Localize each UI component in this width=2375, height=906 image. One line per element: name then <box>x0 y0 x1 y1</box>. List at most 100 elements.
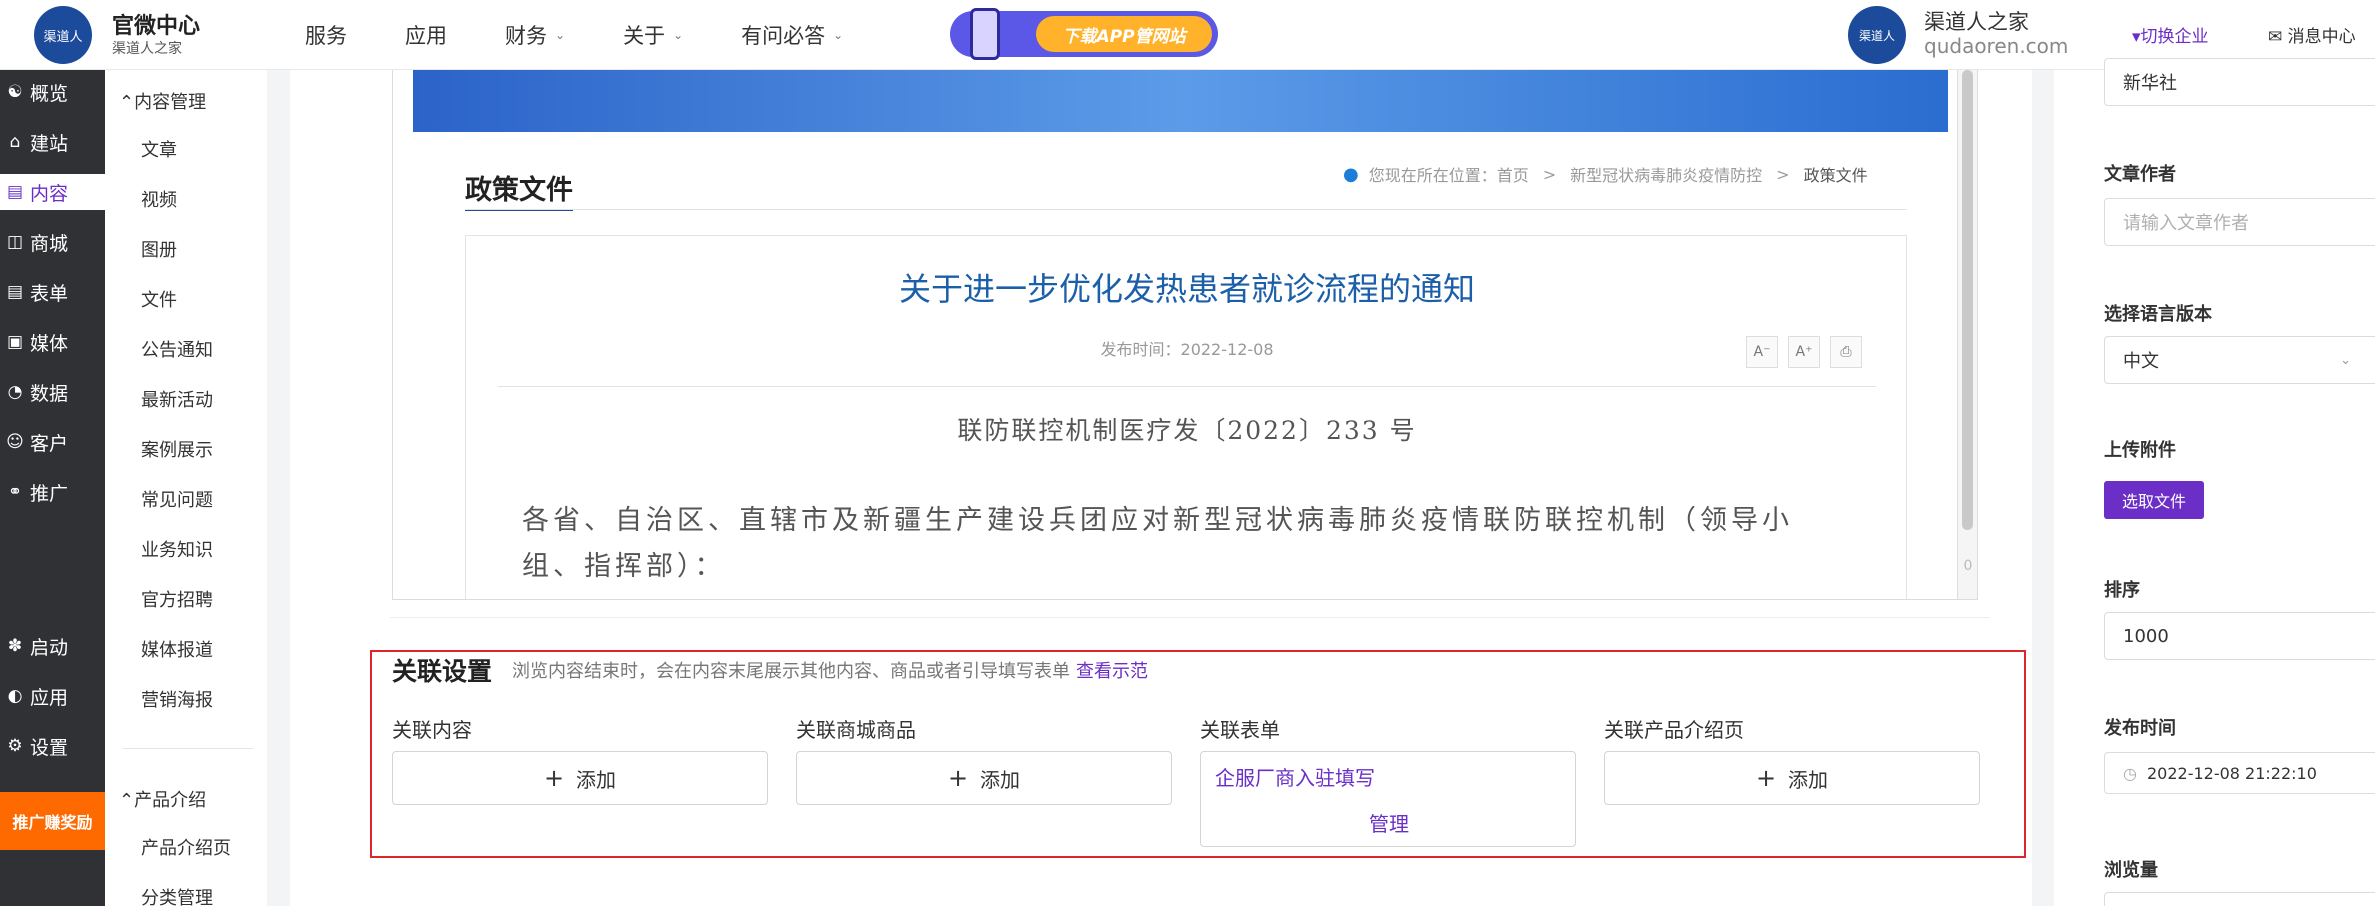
sub-item-posters[interactable]: 营销海报 <box>141 686 213 712</box>
sub-group-content-management[interactable]: ⌃内容管理 <box>119 88 206 114</box>
relation-settings-description: 浏览内容结束时，会在内容末尾展示其他内容、商品或者引导填写表单 查看示范 <box>512 657 1148 683</box>
add-related-product-button[interactable]: + 添加 <box>796 751 1172 805</box>
gear-icon: ⚙ <box>7 736 23 756</box>
sidebar-item-content[interactable]: ▤ 内容 <box>0 174 105 210</box>
view-demo-link[interactable]: 查看示范 <box>1076 661 1148 682</box>
account-domain: qudaoren.com <box>1924 34 2069 58</box>
views-input[interactable] <box>2104 892 2375 906</box>
video-icon: ▣ <box>6 332 24 352</box>
sub-item-album[interactable]: 图册 <box>141 236 177 262</box>
sidebar-item-label: 概览 <box>30 82 69 105</box>
form-icon: ▤ <box>6 282 24 302</box>
nav-label: 有问必答 <box>741 24 826 48</box>
sidebar-item-settings[interactable]: ⚙ 设置 <box>0 728 105 764</box>
user-icon: ☺ <box>6 432 24 452</box>
source-input[interactable]: 新华社 <box>2104 58 2375 106</box>
chevron-down-icon: ⌄ <box>555 28 566 42</box>
shop-icon: ◫ <box>6 232 24 252</box>
views-label: 浏览量 <box>2104 860 2158 881</box>
choose-file-button[interactable]: 选取文件 <box>2104 481 2204 519</box>
sidebar-item-form[interactable]: ▤ 表单 <box>0 274 105 310</box>
main-divider <box>390 617 1990 618</box>
message-center-button[interactable]: ✉ 消息中心 <box>2268 22 2356 47</box>
article-title: 关于进一步优化发热患者就诊流程的通知 <box>898 270 1475 308</box>
sidebar-item-site[interactable]: ⌂ 建站 <box>0 124 105 160</box>
sub-item-jobs[interactable]: 官方招聘 <box>141 586 213 612</box>
add-related-content-button[interactable]: + 添加 <box>392 751 768 805</box>
download-app-button[interactable]: 下载APP管网站 <box>1036 16 1212 52</box>
sidebar-item-apps[interactable]: ◐ 应用 <box>0 678 105 714</box>
print-icon[interactable]: ⎙ <box>1830 336 1862 368</box>
brand-logo[interactable]: 渠道人 <box>34 6 92 64</box>
launch-icon: ✽ <box>7 636 23 656</box>
sub-item-press[interactable]: 媒体报道 <box>141 636 213 662</box>
breadcrumb: ● 您现在所在位置： 首页 > 新型冠状病毒肺炎疫情防控 > 政策文件 <box>1343 162 1868 186</box>
scrollbar-thumb[interactable] <box>1962 70 1973 530</box>
sub-item-article[interactable]: 文章 <box>141 136 177 162</box>
breadcrumb-separator: > <box>1542 164 1557 184</box>
sidebar-item-customer[interactable]: ☺ 客户 <box>0 424 105 460</box>
phone-icon <box>970 8 1000 60</box>
download-app-banner[interactable]: 下载APP管网站 <box>950 8 1218 60</box>
switch-enterprise-button[interactable]: ▾切换企业 <box>2132 22 2209 47</box>
nav-item-service[interactable]: 服务 <box>305 20 347 50</box>
article-settings-panel: 新华社 文章作者 请输入文章作者 选择语言版本 中文 ⌄ 上传附件 选取文件 排序… <box>2054 58 2375 906</box>
nav-label: 财务 <box>505 24 547 48</box>
language-select[interactable]: 中文 ⌄ <box>2104 336 2375 384</box>
sub-item-notice[interactable]: 公告通知 <box>141 336 213 362</box>
chart-icon: ◔ <box>7 382 23 402</box>
breadcrumb-current: 政策文件 <box>1803 166 1868 185</box>
sub-item-category-management[interactable]: 分类管理 <box>141 884 213 906</box>
font-increase-icon[interactable]: A⁺ <box>1788 336 1820 368</box>
font-decrease-icon[interactable]: A⁻ <box>1746 336 1778 368</box>
author-input[interactable]: 请输入文章作者 <box>2104 198 2375 246</box>
sidebar-item-launch[interactable]: ✽ 启动 <box>0 628 105 664</box>
manage-form-button[interactable]: 管理 <box>1201 808 1577 837</box>
account-avatar[interactable]: 渠道人 <box>1848 6 1906 64</box>
apps-icon: ◐ <box>7 686 23 706</box>
sidebar-item-data[interactable]: ◔ 数据 <box>0 374 105 410</box>
sidebar-item-shop[interactable]: ◫ 商城 <box>0 224 105 260</box>
promote-reward-banner[interactable]: 推广赚奖励 <box>0 792 105 850</box>
nav-item-about[interactable]: 关于 ⌄ <box>623 20 683 50</box>
publish-time-input[interactable]: ◷ 2022-12-08 21:22:10 <box>2104 752 2375 794</box>
breadcrumb-home[interactable]: 首页 <box>1497 162 1529 186</box>
sidebar-item-label: 启动 <box>30 636 69 659</box>
section-title-divider <box>465 209 1907 210</box>
nav-item-finance[interactable]: 财务 ⌄ <box>505 20 565 50</box>
sub-item-faq[interactable]: 常见问题 <box>141 486 213 512</box>
nav-item-apps[interactable]: 应用 <box>405 20 447 50</box>
nav-label: 服务 <box>305 24 347 48</box>
sub-item-product-page[interactable]: 产品介绍页 <box>141 834 231 860</box>
sub-item-events[interactable]: 最新活动 <box>141 386 213 412</box>
nav-item-qa[interactable]: 有问必答 ⌄ <box>741 20 843 50</box>
relation-description-text: 浏览内容结束时，会在内容末尾展示其他内容、商品或者引导填写表单 <box>512 661 1070 682</box>
sidebar-item-promote[interactable]: ⚭ 推广 <box>0 474 105 510</box>
add-button-label: 添加 <box>576 767 617 792</box>
add-related-product-page-button[interactable]: + 添加 <box>1604 751 1980 805</box>
related-form-label: 关联表单 <box>1200 718 1280 742</box>
chevron-down-icon: ⌄ <box>673 28 684 42</box>
related-form-link[interactable]: 企服厂商入驻填写 <box>1215 762 1375 791</box>
add-button-label: 添加 <box>1788 767 1829 792</box>
document-number: 联防联控机制医疗发〔2022〕233 号 <box>957 416 1417 445</box>
sidebar-item-media[interactable]: ▣ 媒体 <box>0 324 105 360</box>
sub-item-knowledge[interactable]: 业务知识 <box>141 536 213 562</box>
sub-group-product-intro[interactable]: ⌃产品介绍 <box>119 786 206 812</box>
main-nav: 服务 应用 财务 ⌄ 关于 ⌄ 有问必答 ⌄ <box>305 0 901 70</box>
related-form-box: 企服厂商入驻填写 管理 <box>1200 751 1576 847</box>
preview-scrollbar[interactable]: 0 <box>1957 70 1977 599</box>
sub-item-video[interactable]: 视频 <box>141 186 177 212</box>
attachment-label: 上传附件 <box>2104 440 2176 461</box>
sidebar-item-overview[interactable]: ☯ 概览 <box>0 74 105 110</box>
sub-item-cases[interactable]: 案例展示 <box>141 436 213 462</box>
sort-input[interactable]: 1000 <box>2104 612 2375 660</box>
sidebar-item-label: 应用 <box>30 686 69 709</box>
sub-item-file[interactable]: 文件 <box>141 286 177 312</box>
breadcrumb-category[interactable]: 新型冠状病毒肺炎疫情防控 <box>1570 162 1762 186</box>
sidebar-item-label: 建站 <box>30 132 69 155</box>
chevron-down-icon: ⌄ <box>833 28 844 42</box>
plus-icon: + <box>1755 764 1777 792</box>
brand-logo-text: 渠道人 <box>43 29 83 45</box>
chevron-down-icon: ⌄ <box>2340 352 2351 368</box>
